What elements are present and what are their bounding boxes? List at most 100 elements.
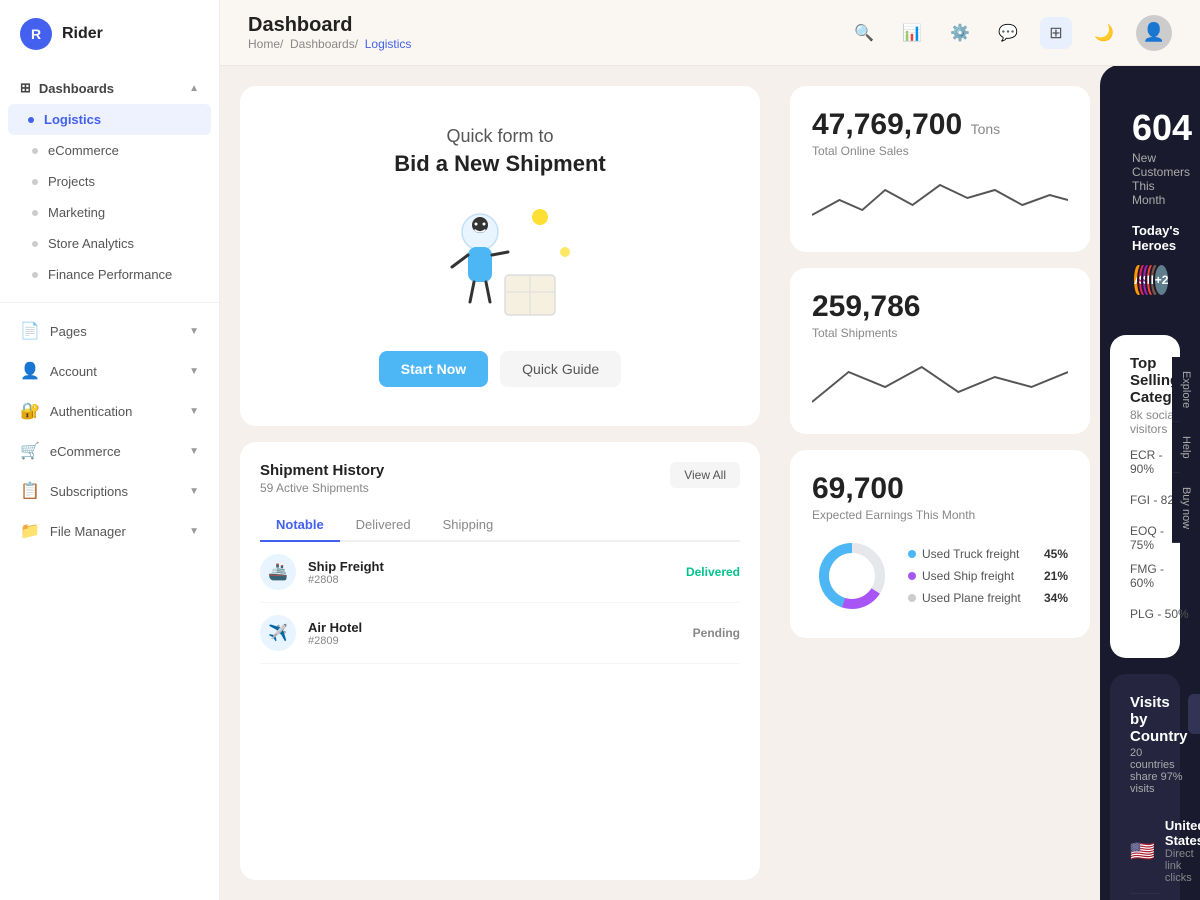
sidebar-item-auth[interactable]: 🔐 Authentication ▼ bbox=[0, 391, 219, 431]
earnings-label: Expected Earnings This Month bbox=[812, 508, 1068, 522]
logo-icon: R bbox=[20, 18, 52, 50]
quick-guide-button[interactable]: Quick Guide bbox=[500, 351, 621, 387]
logo[interactable]: R Rider bbox=[0, 0, 219, 68]
sidebar-item-logistics[interactable]: Logistics bbox=[8, 104, 211, 135]
plane-dot bbox=[908, 594, 916, 602]
sidebar-item-file-manager[interactable]: 📁 File Manager ▼ bbox=[0, 511, 219, 551]
content-area: Quick form to Bid a New Shipment bbox=[220, 66, 1200, 900]
grid-icon[interactable]: ⊞ bbox=[1040, 17, 1072, 49]
dashboard-icon: ⊞ bbox=[20, 80, 31, 96]
customers-card: 604 New Customers This Month Today's Her… bbox=[1110, 85, 1180, 319]
shipment-title: Shipment History bbox=[260, 462, 384, 479]
country-visits-card: Visits by Country 20 countries share 97%… bbox=[1110, 674, 1180, 900]
sidebar-item-projects[interactable]: Projects bbox=[0, 166, 219, 197]
earnings-card: 69,700 Expected Earnings This Month bbox=[790, 450, 1090, 638]
divider bbox=[0, 302, 219, 303]
total-shipments-label: Total Shipments bbox=[812, 326, 1068, 340]
country-title-area: Visits by Country 20 countries share 97%… bbox=[1130, 694, 1188, 795]
heroes-avatars: A S S P P +2 bbox=[1132, 263, 1158, 297]
total-shipments-number: 259,786 bbox=[812, 290, 920, 323]
breadcrumb-active: Logistics bbox=[365, 37, 412, 51]
chevron-up-icon: ▲ bbox=[189, 83, 199, 94]
search-icon[interactable]: 🔍 bbox=[848, 17, 880, 49]
country-name: United States bbox=[1165, 818, 1200, 848]
chevron-icon: ▼ bbox=[189, 446, 199, 457]
ship-pct: 21% bbox=[1044, 569, 1068, 583]
customers-label: New Customers This Month bbox=[1132, 151, 1158, 207]
sidebar-item-subscriptions[interactable]: 📋 Subscriptions ▼ bbox=[0, 471, 219, 511]
earnings-number: 69,700 bbox=[812, 472, 904, 505]
legend-truck: Used Truck freight 45% bbox=[908, 547, 1068, 561]
earnings-header: 69,700 bbox=[812, 472, 1068, 506]
shipment-view-all-button[interactable]: View All bbox=[670, 462, 740, 488]
shipment-status: Pending bbox=[693, 626, 740, 640]
dashboards-group[interactable]: ⊞ Dashboards ▲ bbox=[0, 72, 219, 104]
dot bbox=[32, 179, 38, 185]
shipment-item-icon: 🚢 bbox=[260, 554, 296, 590]
account-icon: 👤 bbox=[20, 361, 40, 381]
header: Dashboard Home/ Dashboards/ Logistics 🔍 … bbox=[220, 0, 1200, 66]
auth-icon: 🔐 bbox=[20, 401, 40, 421]
shipment-name: Air Hotel bbox=[308, 620, 681, 635]
sidebar-item-finance[interactable]: Finance Performance bbox=[0, 259, 219, 290]
country-header: Visits by Country 20 countries share 97%… bbox=[1130, 694, 1160, 795]
tab-shipping[interactable]: Shipping bbox=[427, 509, 510, 542]
freight-donut-chart bbox=[812, 536, 892, 616]
bid-card: Quick form to Bid a New Shipment bbox=[240, 86, 760, 426]
shipments-chart bbox=[812, 352, 1068, 412]
avatar: +2 bbox=[1153, 263, 1171, 297]
bid-card-title: Quick form to bbox=[446, 126, 553, 147]
tab-notable[interactable]: Notable bbox=[260, 509, 340, 542]
shipment-id: #2808 bbox=[308, 574, 674, 586]
shipment-history-card: Shipment History 59 Active Shipments Vie… bbox=[240, 442, 760, 880]
theme-icon[interactable]: 🌙 bbox=[1088, 17, 1120, 49]
left-panel: Quick form to Bid a New Shipment bbox=[220, 66, 780, 900]
explore-button[interactable]: Explore bbox=[1172, 357, 1200, 422]
sidebar-item-ecommerce-nav[interactable]: 🛒 eCommerce ▼ bbox=[0, 431, 219, 471]
category-row-fgi: FGI - 82% 12,000 bbox=[1130, 486, 1160, 514]
chat-icon[interactable]: 💬 bbox=[992, 17, 1024, 49]
bid-card-subtitle: Bid a New Shipment bbox=[394, 151, 605, 177]
dot bbox=[32, 148, 38, 154]
dot bbox=[32, 272, 38, 278]
sidebar-item-account[interactable]: 👤 Account ▼ bbox=[0, 351, 219, 391]
sidebar-item-marketing[interactable]: Marketing bbox=[0, 197, 219, 228]
plane-pct: 34% bbox=[1044, 591, 1068, 605]
start-now-button[interactable]: Start Now bbox=[379, 351, 488, 387]
user-avatar[interactable]: 👤 bbox=[1136, 15, 1172, 51]
header-right: 🔍 📊 ⚙️ 💬 ⊞ 🌙 👤 bbox=[848, 15, 1172, 51]
shipment-subtitle: 59 Active Shipments bbox=[260, 481, 384, 495]
country-row-us: 🇺🇸 United States Direct link clicks 9,76… bbox=[1130, 809, 1160, 894]
sidebar-item-ecommerce[interactable]: eCommerce bbox=[0, 135, 219, 166]
shipment-name: Ship Freight bbox=[308, 559, 674, 574]
truck-label: Used Truck freight bbox=[908, 547, 1044, 561]
shipment-id: #2809 bbox=[308, 635, 681, 647]
category-row-ecr: ECR - 90% 15,000 bbox=[1130, 448, 1160, 476]
settings-icon[interactable]: ⚙️ bbox=[944, 17, 976, 49]
categories-bars: ECR - 90% 15,000 FGI - 82% 12,000 EOQ - … bbox=[1130, 448, 1160, 628]
buy-now-button[interactable]: Buy now bbox=[1172, 473, 1200, 543]
category-row-eoq: EOQ - 75% 10,000 bbox=[1130, 524, 1160, 552]
analytics-icon[interactable]: 📊 bbox=[896, 17, 928, 49]
shipment-row: ✈️ Air Hotel #2809 Pending bbox=[260, 603, 740, 664]
shipment-info: Air Hotel #2809 bbox=[308, 620, 681, 647]
chevron-icon: ▼ bbox=[189, 326, 199, 337]
header-left: Dashboard Home/ Dashboards/ Logistics bbox=[248, 14, 411, 51]
cat-label: PLG - 50% bbox=[1130, 607, 1190, 621]
tab-delivered[interactable]: Delivered bbox=[340, 509, 427, 542]
shipment-header: Shipment History 59 Active Shipments Vie… bbox=[260, 462, 740, 495]
page-title: Dashboard bbox=[248, 14, 411, 37]
sidebar-item-store-analytics[interactable]: Store Analytics bbox=[0, 228, 219, 259]
shipment-item-icon: ✈️ bbox=[260, 615, 296, 651]
sidebar-item-pages[interactable]: 📄 Pages ▼ bbox=[0, 311, 219, 351]
help-button[interactable]: Help bbox=[1172, 422, 1200, 473]
shipment-title-area: Shipment History 59 Active Shipments bbox=[260, 462, 384, 495]
freight-legend: Used Truck freight 45% Used Ship freight… bbox=[908, 547, 1068, 605]
us-flag: 🇺🇸 bbox=[1130, 839, 1155, 864]
chevron-icon: ▼ bbox=[189, 406, 199, 417]
categories-card: Top Selling Categories 8k social visitor… bbox=[1110, 335, 1180, 658]
country-view-all-button[interactable]: View All bbox=[1188, 694, 1200, 734]
shipment-info: Ship Freight #2808 bbox=[308, 559, 674, 586]
truck-dot bbox=[908, 550, 916, 558]
total-sales-unit: Tons bbox=[971, 121, 1001, 137]
